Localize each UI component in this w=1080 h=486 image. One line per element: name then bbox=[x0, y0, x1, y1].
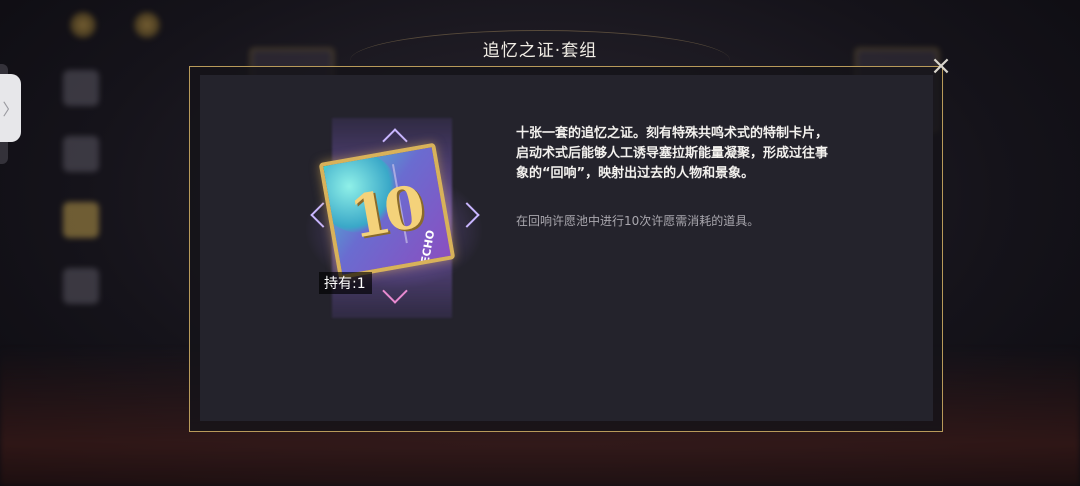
bg-currency-icon bbox=[134, 12, 160, 38]
bg-nav-item bbox=[63, 136, 99, 172]
bg-nav-item bbox=[63, 268, 99, 304]
item-detail-dialog bbox=[189, 66, 943, 432]
card-number: 10 bbox=[344, 172, 425, 252]
side-pull-tab[interactable]: 〉 bbox=[0, 74, 21, 142]
item-description: 十张一套的追忆之证。刻有特殊共鸣术式的特制卡片，启动术式后能够人工诱导塞拉斯能量… bbox=[516, 126, 829, 181]
item-usage: 在回响许愿池中进行10次许愿需消耗的道具。 bbox=[516, 214, 760, 228]
chevron-right-icon: 〉 bbox=[2, 100, 19, 119]
echo-card: 10 ECHO bbox=[318, 142, 456, 280]
close-icon: × bbox=[930, 51, 952, 81]
bg-nav-item bbox=[63, 70, 99, 106]
close-button[interactable]: × bbox=[928, 51, 954, 81]
bg-currency-icon bbox=[70, 12, 96, 38]
dialog-title: 追忆之证·套组 bbox=[482, 41, 598, 61]
bg-nav-item bbox=[63, 202, 99, 238]
owned-count: 持有:1 bbox=[319, 272, 372, 294]
bg-left-nav bbox=[56, 60, 106, 360]
